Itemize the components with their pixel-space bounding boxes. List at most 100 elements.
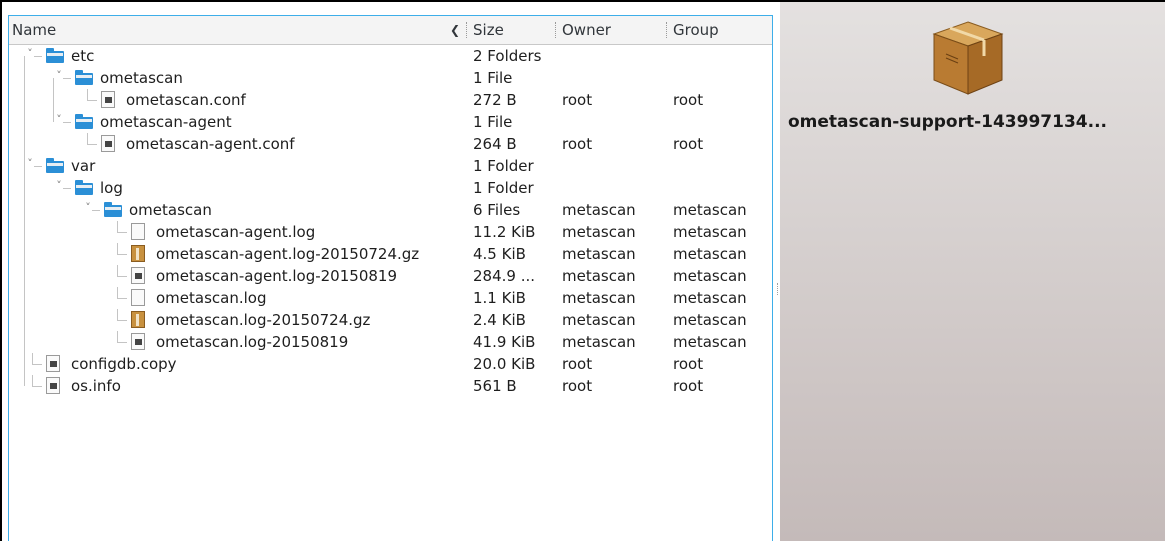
item-name: configdb.copy	[71, 355, 177, 373]
tree-connector	[32, 375, 33, 386]
expand-chevron-icon[interactable]: ˅	[24, 47, 36, 61]
tree-connector	[92, 210, 100, 211]
column-separator[interactable]	[555, 22, 557, 38]
tree-connector	[117, 254, 127, 255]
text-file-icon	[101, 135, 115, 152]
tree-connector	[117, 221, 118, 232]
tree-connector	[117, 232, 127, 233]
tree-connector	[34, 56, 42, 57]
item-name: ometascan	[129, 201, 212, 219]
item-size: 41.9 KiB	[473, 333, 536, 351]
text-file-icon	[101, 91, 115, 108]
tree-row[interactable]: configdb.copy 20.0 KiB root root	[9, 353, 772, 375]
tree-connector	[117, 342, 127, 343]
tree-row[interactable]: ˅ log 1 Folder	[9, 177, 772, 199]
package-box-icon	[932, 21, 1004, 95]
tree-connector	[32, 353, 33, 364]
item-group: root	[673, 377, 704, 395]
tree-row[interactable]: ˅ ometascan-agent 1 File	[9, 111, 772, 133]
item-owner: root	[562, 377, 593, 395]
item-group: metascan	[673, 311, 747, 329]
log-file-icon	[131, 223, 145, 240]
item-name: ometascan.conf	[126, 91, 246, 109]
archive-name: ometascan-support-143997134...	[788, 112, 1107, 132]
tree-connector	[87, 144, 97, 145]
tree-row[interactable]: ometascan.conf 272 B root root	[9, 89, 772, 111]
tree-row[interactable]: ˅ ometascan 6 Files metascan metascan	[9, 199, 772, 221]
folder-icon	[75, 180, 93, 195]
tree-row[interactable]: os.info 561 B root root	[9, 375, 772, 397]
tree-connector	[87, 133, 88, 144]
item-name: ometascan-agent.log-20150819	[156, 267, 397, 285]
tree-row[interactable]: ometascan-agent.conf 264 B root root	[9, 133, 772, 155]
item-owner: root	[562, 91, 593, 109]
column-separator[interactable]	[466, 22, 468, 38]
tree-row[interactable]: ometascan-agent.log 11.2 KiB metascan metas…	[9, 221, 772, 243]
item-name: ometascan-agent.conf	[126, 135, 295, 153]
item-name: os.info	[71, 377, 121, 395]
tree-row[interactable]: ometascan.log-20150819 41.9 KiB metascan me…	[9, 331, 772, 353]
archive-tree-view[interactable]: Name ❮ Size Owner Group ˅ etc 2 Folders ˅ om…	[8, 15, 773, 541]
item-size: 272 B	[473, 91, 517, 109]
archive-file-icon	[131, 311, 145, 328]
sort-descending-icon[interactable]: ❮	[450, 16, 460, 44]
item-group: root	[673, 355, 704, 373]
folder-icon	[104, 202, 122, 217]
item-size: 2.4 KiB	[473, 311, 526, 329]
item-size: 1 Folder	[473, 157, 534, 175]
item-size: 264 B	[473, 135, 517, 153]
expand-chevron-icon[interactable]: ˅	[53, 179, 65, 193]
column-header-owner[interactable]: Owner	[562, 16, 611, 44]
item-size: 6 Files	[473, 201, 521, 219]
expand-chevron-icon[interactable]: ˅	[53, 113, 65, 127]
folder-icon	[75, 114, 93, 129]
column-header-group[interactable]: Group	[673, 16, 719, 44]
item-name: log	[100, 179, 123, 197]
text-file-icon	[131, 333, 145, 350]
item-size: 20.0 KiB	[473, 355, 536, 373]
item-size: 1.1 KiB	[473, 289, 526, 307]
tree-connector	[117, 243, 118, 254]
tree-connector	[117, 276, 127, 277]
tree-row[interactable]: ˅ ometascan 1 File	[9, 67, 772, 89]
item-name: ometascan-agent.log-20150724.gz	[156, 245, 420, 263]
tree-row[interactable]: ˅ var 1 Folder	[9, 155, 772, 177]
item-size: 2 Folders	[473, 47, 542, 65]
tree-row[interactable]: ometascan.log-20150724.gz 2.4 KiB metascan…	[9, 309, 772, 331]
log-file-icon	[131, 289, 145, 306]
tree-connector	[63, 78, 71, 79]
text-file-icon	[46, 355, 60, 372]
item-group: metascan	[673, 289, 747, 307]
tree-guide-line	[24, 56, 25, 166]
tree-guide-line	[24, 166, 25, 386]
item-owner: metascan	[562, 245, 636, 263]
item-size: 561 B	[473, 377, 517, 395]
item-group: metascan	[673, 201, 747, 219]
tree-row[interactable]: ometascan-agent.log-20150819 284.9 ... met…	[9, 265, 772, 287]
item-group: root	[673, 91, 704, 109]
expand-chevron-icon[interactable]: ˅	[53, 69, 65, 83]
tree-row[interactable]: ometascan.log 1.1 KiB metascan metascan	[9, 287, 772, 309]
tree-row[interactable]: ometascan-agent.log-20150724.gz 4.5 KiB me…	[9, 243, 772, 265]
item-group: metascan	[673, 333, 747, 351]
tree-connector	[117, 298, 127, 299]
folder-icon	[75, 70, 93, 85]
item-name: etc	[71, 47, 95, 65]
item-size: 11.2 KiB	[473, 223, 536, 241]
item-group: root	[673, 135, 704, 153]
tree-connector	[34, 166, 42, 167]
expand-chevron-icon[interactable]: ˅	[82, 201, 94, 215]
item-owner: metascan	[562, 333, 636, 351]
column-header-name[interactable]: Name	[12, 16, 56, 44]
tree-connector	[87, 89, 88, 100]
item-size: 1 File	[473, 69, 513, 87]
column-header-size[interactable]: Size	[473, 16, 504, 44]
item-size: 4.5 KiB	[473, 245, 526, 263]
expand-chevron-icon[interactable]: ˅	[24, 157, 36, 171]
item-owner: metascan	[562, 223, 636, 241]
tree-connector	[87, 100, 97, 101]
tree-row[interactable]: ˅ etc 2 Folders	[9, 45, 772, 67]
item-group: metascan	[673, 267, 747, 285]
folder-icon	[46, 158, 64, 173]
column-separator[interactable]	[666, 22, 668, 38]
